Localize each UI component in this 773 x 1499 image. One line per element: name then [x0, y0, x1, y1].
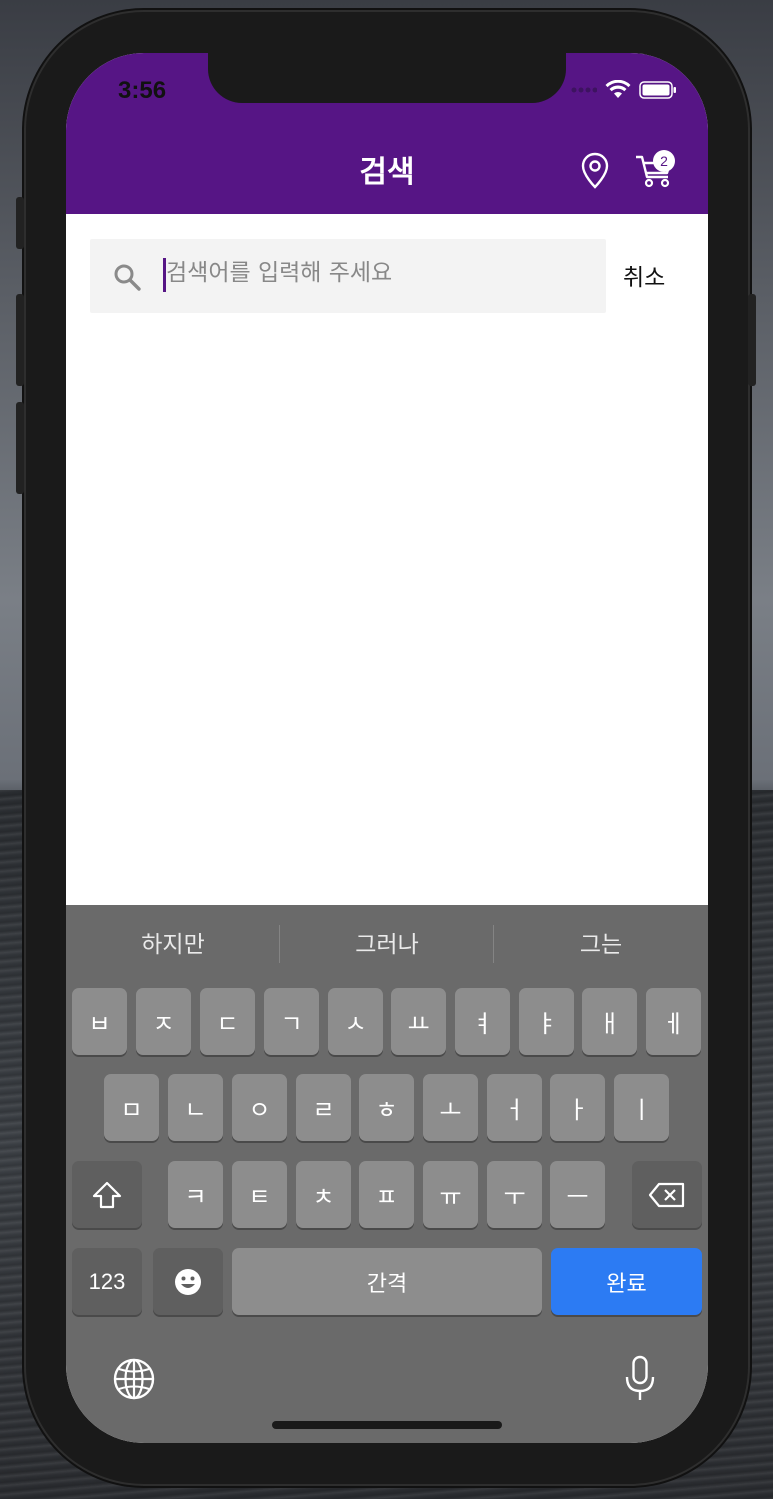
signal-dots-icon: [571, 87, 597, 93]
key-o[interactable]: ㅗ: [423, 1074, 478, 1141]
shift-key[interactable]: [72, 1161, 142, 1228]
status-icons: [571, 79, 677, 101]
key-e[interactable]: ㅔ: [646, 988, 701, 1055]
cart-count-badge: 2: [653, 150, 675, 172]
emoji-icon: [175, 1268, 201, 1295]
key-ya[interactable]: ㅑ: [519, 988, 574, 1055]
key-h[interactable]: ㅎ: [359, 1074, 414, 1141]
volume-down-button: [16, 402, 24, 494]
side-button: [748, 294, 756, 386]
key-k[interactable]: ㅋ: [168, 1161, 223, 1228]
globe-icon[interactable]: [112, 1357, 156, 1401]
backspace-key[interactable]: [632, 1161, 702, 1228]
key-b[interactable]: ㅂ: [72, 988, 127, 1055]
mute-switch: [16, 197, 24, 249]
home-indicator[interactable]: [272, 1421, 502, 1429]
search-input[interactable]: [166, 253, 586, 293]
search-bar[interactable]: [90, 239, 606, 313]
numbers-key[interactable]: 123: [72, 1248, 142, 1315]
backspace-icon: [648, 1182, 685, 1207]
battery-icon: [639, 81, 676, 99]
location-pin-icon[interactable]: [580, 152, 610, 190]
key-m[interactable]: ㅁ: [104, 1074, 159, 1141]
key-a[interactable]: ㅏ: [550, 1074, 605, 1141]
emoji-key[interactable]: [153, 1248, 223, 1315]
app-screen: 3:56 검색 2 검색어를 입력해 주세요 취소 하지만 그러나 그는 ㅂ ㅈ…: [66, 53, 708, 1443]
done-key[interactable]: 완료: [551, 1248, 702, 1315]
status-time: 3:56: [118, 77, 167, 104]
suggestion-3[interactable]: 그는: [494, 925, 708, 959]
shift-icon: [92, 1181, 122, 1208]
key-eo[interactable]: ㅓ: [487, 1074, 542, 1141]
key-ae[interactable]: ㅐ: [582, 988, 637, 1055]
key-eu[interactable]: ㅡ: [550, 1161, 605, 1228]
header-bar: 3:56 검색 2: [66, 53, 708, 214]
volume-up-button: [16, 294, 24, 386]
key-j[interactable]: ㅈ: [136, 988, 191, 1055]
cancel-button[interactable]: 취소: [623, 258, 665, 292]
microphone-icon[interactable]: [624, 1355, 656, 1403]
key-t[interactable]: ㅌ: [232, 1161, 287, 1228]
key-i[interactable]: ㅣ: [614, 1074, 669, 1141]
search-icon: [114, 264, 141, 291]
key-yu[interactable]: ㅠ: [423, 1161, 478, 1228]
key-d[interactable]: ㄷ: [200, 988, 255, 1055]
key-p[interactable]: ㅍ: [359, 1161, 414, 1228]
key-u[interactable]: ㅜ: [487, 1161, 542, 1228]
key-yo[interactable]: ㅛ: [391, 988, 446, 1055]
page-title: 검색: [359, 155, 415, 190]
space-key[interactable]: 간격: [232, 1248, 542, 1315]
device-notch: [208, 53, 566, 103]
key-ch[interactable]: ㅊ: [296, 1161, 351, 1228]
wifi-icon: [605, 80, 631, 98]
key-s[interactable]: ㅅ: [328, 988, 383, 1055]
key-n[interactable]: ㄴ: [168, 1074, 223, 1141]
key-yeo[interactable]: ㅕ: [455, 988, 510, 1055]
key-r[interactable]: ㄹ: [296, 1074, 351, 1141]
suggestion-2[interactable]: 그러나: [280, 925, 494, 959]
key-g[interactable]: ㄱ: [264, 988, 319, 1055]
key-ng[interactable]: ㅇ: [232, 1074, 287, 1141]
keyboard: 하지만 그러나 그는 ㅂ ㅈ ㄷ ㄱ ㅅ ㅛ ㅕ ㅑ ㅐ ㅔ ㅁ ㄴ ㅇ ㄹ ㅎ…: [66, 905, 708, 1443]
suggestion-1[interactable]: 하지만: [66, 925, 280, 959]
